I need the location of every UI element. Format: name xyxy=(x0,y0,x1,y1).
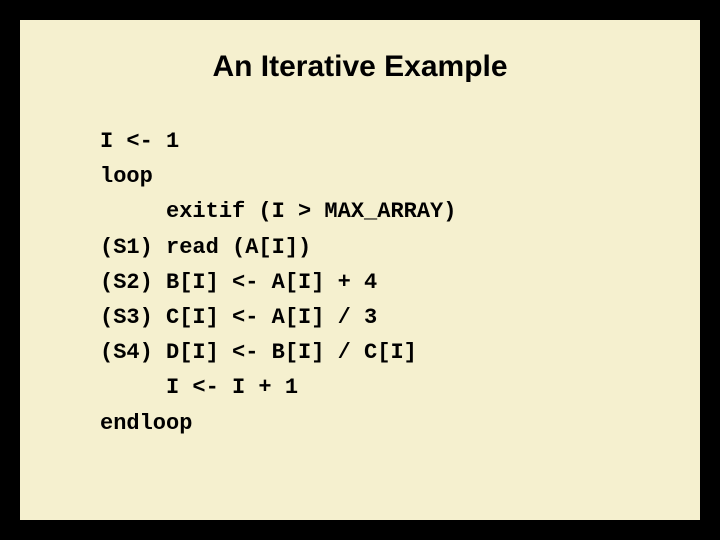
code-block: I <- 1 loop exitif (I > MAX_ARRAY) (S1) … xyxy=(100,124,650,441)
slide-title: An Iterative Example xyxy=(70,50,650,84)
code-line: (S1) read (A[I]) xyxy=(100,235,311,260)
code-line: loop xyxy=(100,164,153,189)
code-line: I <- 1 xyxy=(100,129,179,154)
slide-outer-frame: An Iterative Example I <- 1 loop exitif … xyxy=(0,0,720,540)
code-line: endloop xyxy=(100,411,192,436)
code-line: (S2) B[I] <- A[I] + 4 xyxy=(100,270,377,295)
code-line: exitif (I > MAX_ARRAY) xyxy=(100,199,456,224)
code-line: (S4) D[I] <- B[I] / C[I] xyxy=(100,340,417,365)
code-line: (S3) C[I] <- A[I] / 3 xyxy=(100,305,377,330)
slide-panel: An Iterative Example I <- 1 loop exitif … xyxy=(18,18,702,522)
code-line: I <- I + 1 xyxy=(100,375,298,400)
